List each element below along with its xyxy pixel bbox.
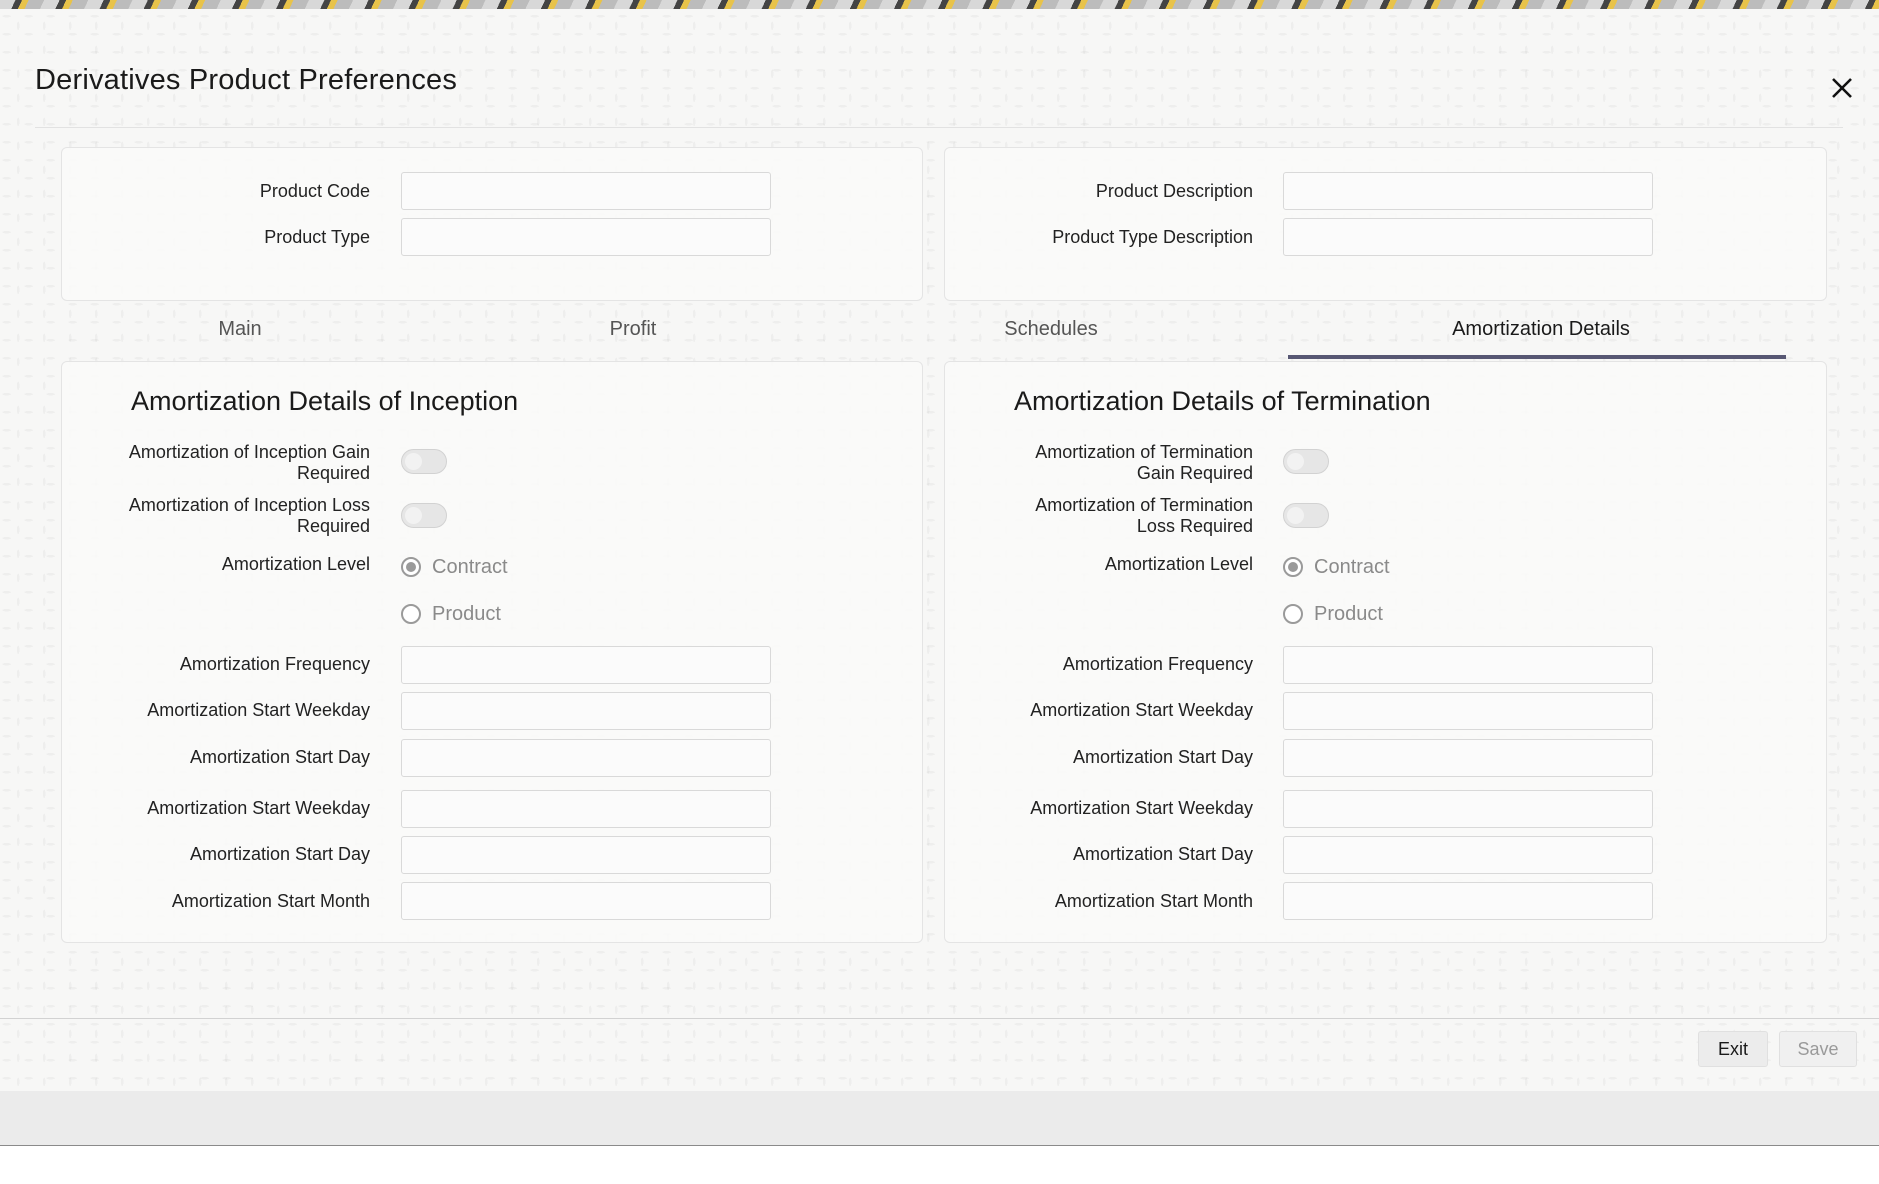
product-code-label: Product Code: [259, 181, 370, 201]
close-icon[interactable]: [1826, 72, 1858, 104]
inception-loss-required-label: Amortization of Inception Loss Required: [70, 495, 370, 537]
inception-gain-required-label: Amortization of Inception Gain Required: [70, 442, 370, 484]
termination-level-contract-radio[interactable]: [1283, 557, 1303, 577]
termination-level-label: Amortization Level: [1104, 554, 1253, 574]
termination-level-contract-label: Contract: [1314, 556, 1390, 578]
inception-level-contract-label: Contract: [432, 556, 508, 578]
inception-start-month-input[interactable]: [401, 882, 771, 920]
termination-gain-label-line2: Gain Required: [1136, 463, 1253, 483]
inception-start-day-label: Amortization Start Day: [189, 747, 370, 767]
termination-start-weekday-label: Amortization Start Weekday: [1030, 700, 1253, 720]
termination-start-weekday-2-label: Amortization Start Weekday: [1030, 798, 1253, 818]
inception-start-weekday-label: Amortization Start Weekday: [147, 700, 370, 720]
save-button[interactable]: Save: [1779, 1031, 1857, 1067]
inception-section-title: Amortization Details of Inception: [131, 386, 519, 416]
product-code-input[interactable]: [401, 172, 771, 210]
termination-start-day-2-label: Amortization Start Day: [1072, 844, 1253, 864]
title-divider: [35, 127, 1843, 128]
termination-start-weekday-2-input[interactable]: [1283, 790, 1653, 828]
product-description-label: Product Description: [1095, 181, 1253, 201]
tab-profit[interactable]: Profit: [573, 318, 693, 341]
termination-loss-label-line1: Amortization of Termination: [1035, 495, 1253, 515]
product-type-input[interactable]: [401, 218, 771, 256]
close-icon-glyph: [1832, 78, 1852, 98]
tab-main[interactable]: Main: [180, 318, 300, 341]
termination-start-day-2-input[interactable]: [1283, 836, 1653, 874]
top-decorative-band: [0, 0, 1879, 9]
termination-loss-required-label: Amortization of Termination Loss Require…: [950, 495, 1253, 537]
termination-frequency-label: Amortization Frequency: [1062, 654, 1253, 674]
active-tab-indicator: [1288, 355, 1786, 359]
termination-start-month-label: Amortization Start Month: [1054, 891, 1253, 911]
inception-loss-label-line2: Required: [296, 516, 370, 536]
termination-gain-required-toggle[interactable]: [1283, 449, 1329, 474]
termination-start-day-label: Amortization Start Day: [1072, 747, 1253, 767]
product-type-description-label: Product Type Description: [1052, 227, 1253, 247]
inception-start-weekday-2-input[interactable]: [401, 790, 771, 828]
termination-level-product-radio[interactable]: [1283, 604, 1303, 624]
termination-loss-required-toggle[interactable]: [1283, 503, 1329, 528]
page-title: Derivatives Product Preferences: [35, 64, 458, 96]
inception-start-day-input[interactable]: [401, 739, 771, 777]
bottom-status-bar: [0, 1091, 1879, 1146]
inception-gain-required-toggle[interactable]: [401, 449, 447, 474]
inception-loss-label-line1: Amortization of Inception Loss: [128, 495, 370, 515]
inception-loss-required-toggle[interactable]: [401, 503, 447, 528]
inception-start-day-2-input[interactable]: [401, 836, 771, 874]
inception-frequency-input[interactable]: [401, 646, 771, 684]
termination-start-day-input[interactable]: [1283, 739, 1653, 777]
inception-gain-label-line2: Required: [296, 463, 370, 483]
tab-amortization-details[interactable]: Amortization Details: [1400, 318, 1682, 341]
inception-frequency-label: Amortization Frequency: [179, 654, 370, 674]
footer-divider: [0, 1018, 1879, 1019]
inception-level-label: Amortization Level: [221, 554, 370, 574]
inception-level-product-label: Product: [432, 603, 501, 625]
inception-gain-label-line1: Amortization of Inception Gain: [128, 442, 370, 462]
termination-section-title: Amortization Details of Termination: [1014, 386, 1431, 416]
product-type-description-input[interactable]: [1283, 218, 1653, 256]
inception-level-product-radio[interactable]: [401, 604, 421, 624]
inception-start-day-2-label: Amortization Start Day: [189, 844, 370, 864]
exit-button[interactable]: Exit: [1698, 1031, 1768, 1067]
inception-start-weekday-2-label: Amortization Start Weekday: [147, 798, 370, 818]
inception-start-month-label: Amortization Start Month: [171, 891, 370, 911]
termination-gain-required-label: Amortization of Termination Gain Require…: [950, 442, 1253, 484]
termination-start-month-input[interactable]: [1283, 882, 1653, 920]
termination-gain-label-line1: Amortization of Termination: [1035, 442, 1253, 462]
inception-level-contract-radio[interactable]: [401, 557, 421, 577]
product-description-input[interactable]: [1283, 172, 1653, 210]
termination-level-product-label: Product: [1314, 603, 1383, 625]
product-type-label: Product Type: [264, 227, 370, 247]
inception-start-weekday-input[interactable]: [401, 692, 771, 730]
tab-schedules[interactable]: Schedules: [971, 318, 1131, 341]
termination-loss-label-line2: Loss Required: [1136, 516, 1253, 536]
termination-frequency-input[interactable]: [1283, 646, 1653, 684]
termination-start-weekday-input[interactable]: [1283, 692, 1653, 730]
